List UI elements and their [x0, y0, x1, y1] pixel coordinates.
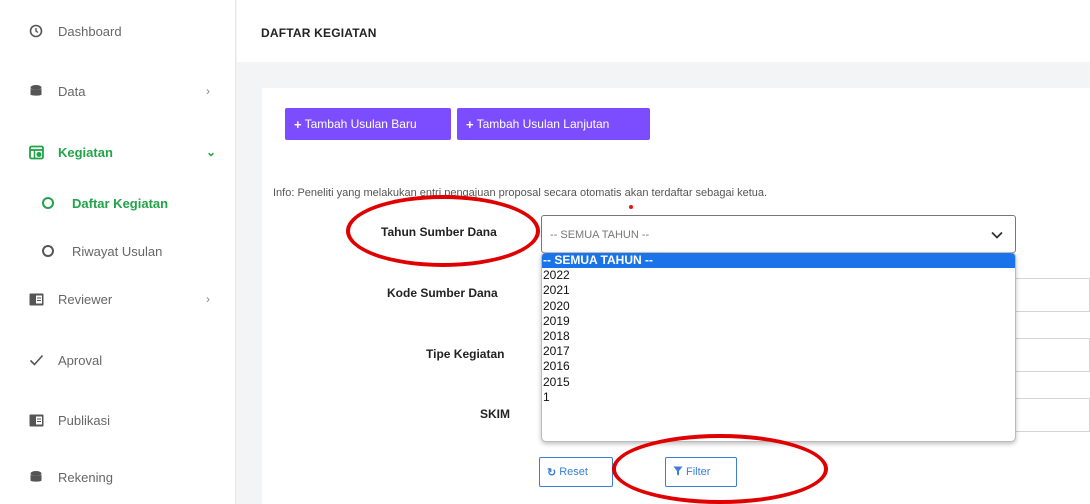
add-continuation-proposal-button[interactable]: + Tambah Usulan Lanjutan	[457, 108, 650, 140]
sidebar-subitem-riwayat-usulan[interactable]: Riwayat Usulan	[0, 238, 236, 264]
option-label: 2020	[543, 298, 570, 313]
book-icon	[28, 412, 44, 428]
sidebar-subitem-daftar-kegiatan[interactable]: Daftar Kegiatan	[0, 190, 236, 216]
tahun-sumber-dana-value: -- SEMUA TAHUN --	[550, 229, 650, 241]
filter-label: Filter	[686, 466, 711, 478]
database-icon	[28, 83, 44, 99]
reset-button[interactable]: ↻ Reset	[539, 457, 613, 487]
sidebar-item-publikasi[interactable]: Publikasi	[0, 405, 236, 435]
chevron-right-icon: ›	[206, 292, 210, 306]
sidebar-item-label: Rekening	[58, 469, 113, 485]
option-label: 1	[543, 389, 550, 404]
plus-icon: +	[466, 116, 474, 132]
chevron-down-icon: ⌄	[206, 145, 217, 159]
check-icon	[28, 352, 44, 368]
dropdown-option[interactable]: 2019	[542, 314, 1015, 329]
tahun-sumber-dana-select[interactable]: -- SEMUA TAHUN --	[541, 215, 1016, 253]
red-dot-marker	[629, 205, 633, 209]
sidebar-item-label: Kegiatan	[58, 144, 113, 160]
option-label: 2016	[543, 359, 570, 374]
filter-button[interactable]: Filter	[665, 457, 737, 487]
dropdown-option-all-years[interactable]: -- SEMUA TAHUN --	[542, 253, 1015, 269]
dropdown-option[interactable]: 2017	[542, 344, 1015, 359]
dropdown-option[interactable]: 1	[542, 390, 1015, 405]
dropdown-option[interactable]: 2018	[542, 329, 1015, 344]
sidebar-item-aproval[interactable]: Aproval	[0, 345, 236, 375]
sidebar-item-label: Aproval	[58, 352, 103, 368]
reset-label: Reset	[559, 466, 588, 478]
sidebar: Dashboard Data › Kegiatan ⌄ Daftar Kegia…	[0, 0, 236, 504]
sidebar-subitem-label: Daftar Kegiatan	[72, 195, 169, 211]
sidebar-item-rekening[interactable]: Rekening	[0, 462, 236, 492]
page-title: DAFTAR KEGIATAN	[261, 26, 377, 40]
tipe-kegiatan-label: Tipe Kegiatan	[426, 347, 505, 361]
page-header: DAFTAR KEGIATAN	[237, 0, 1090, 62]
book-icon	[28, 291, 44, 307]
sidebar-item-label: Dashboard	[58, 23, 122, 39]
kode-sumber-dana-select[interactable]	[1016, 278, 1090, 312]
sidebar-item-data[interactable]: Data ›	[0, 76, 236, 106]
database-icon	[28, 469, 44, 485]
dropdown-option[interactable]: 2016	[542, 359, 1015, 374]
filter-icon	[673, 466, 683, 479]
skim-select[interactable]	[1016, 398, 1090, 432]
chevron-right-icon: ›	[206, 84, 210, 98]
option-label: 2022	[543, 268, 570, 283]
sidebar-item-dashboard[interactable]: Dashboard	[0, 16, 236, 46]
option-label: -- SEMUA TAHUN --	[543, 253, 653, 267]
sidebar-item-reviewer[interactable]: Reviewer ›	[0, 284, 236, 314]
tahun-sumber-dana-label: Tahun Sumber Dana	[381, 225, 497, 239]
refresh-icon: ↻	[547, 466, 557, 479]
circle-icon	[42, 245, 54, 257]
option-label: 2018	[543, 328, 570, 343]
sidebar-item-label: Reviewer	[58, 291, 113, 307]
dropdown-option[interactable]: 2022	[542, 268, 1015, 283]
add-continuation-proposal-label: Tambah Usulan Lanjutan	[476, 117, 610, 131]
circle-icon	[42, 197, 54, 209]
dropdown-option[interactable]: 2015	[542, 375, 1015, 390]
option-label: 2015	[543, 374, 570, 389]
sidebar-item-label: Publikasi	[58, 412, 111, 428]
add-new-proposal-label: Tambah Usulan Baru	[304, 117, 417, 131]
dropdown-option[interactable]: 2021	[542, 283, 1015, 298]
chevron-down-icon	[991, 228, 1003, 242]
dropdown-option[interactable]: 2020	[542, 299, 1015, 314]
tahun-dropdown-list: -- SEMUA TAHUN -- 2022 2021 2020 2019 20…	[541, 252, 1016, 442]
clock-icon	[28, 23, 44, 39]
calendar-icon	[28, 144, 44, 160]
sidebar-item-kegiatan[interactable]: Kegiatan ⌄	[0, 137, 236, 167]
kode-sumber-dana-label: Kode Sumber Dana	[387, 286, 498, 300]
info-text: Info: Peneliti yang melakukan entri peng…	[273, 187, 768, 199]
plus-icon: +	[294, 116, 302, 132]
option-label: 2021	[543, 283, 570, 298]
tipe-kegiatan-select[interactable]	[1016, 338, 1090, 372]
option-label: 2019	[543, 313, 570, 328]
sidebar-item-label: Data	[58, 83, 86, 99]
option-label: 2017	[543, 344, 570, 359]
sidebar-subitem-label: Riwayat Usulan	[72, 243, 163, 259]
skim-label: SKIM	[480, 407, 510, 421]
add-new-proposal-button[interactable]: + Tambah Usulan Baru	[285, 108, 451, 140]
